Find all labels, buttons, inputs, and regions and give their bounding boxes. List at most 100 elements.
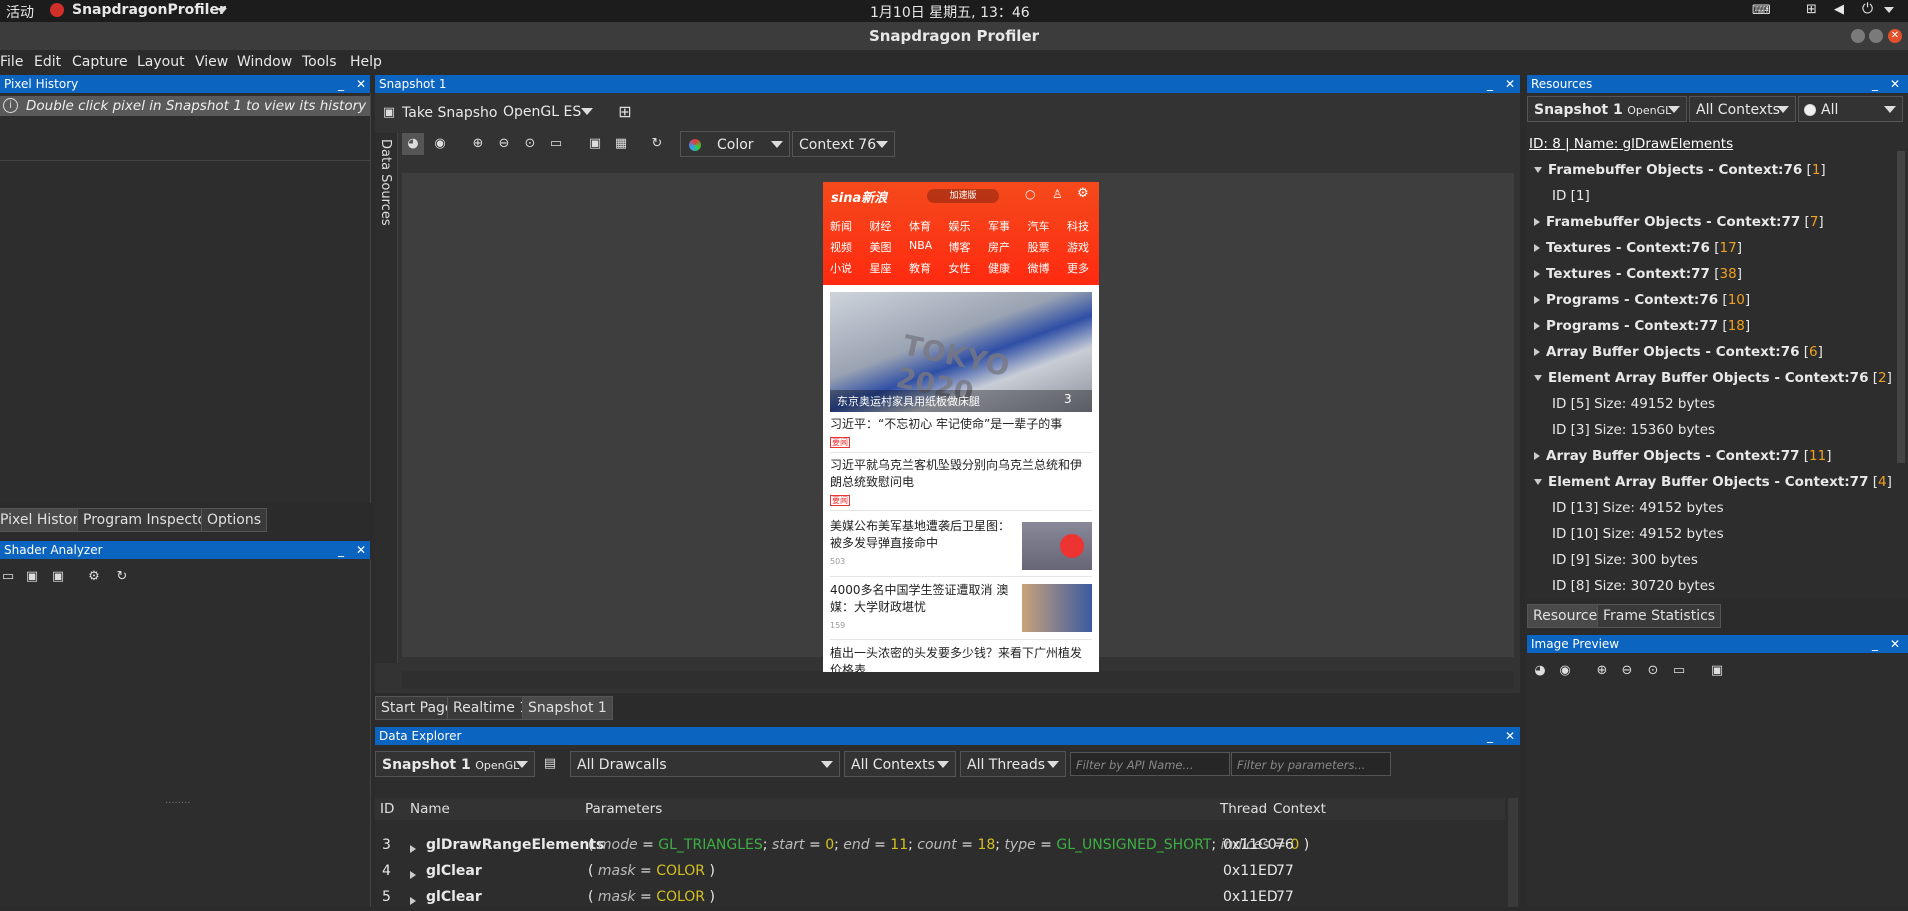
- fit-window-icon[interactable]: ▭: [548, 136, 564, 152]
- category-link[interactable]: 视频: [830, 239, 852, 255]
- category-link[interactable]: 游戏: [1067, 239, 1089, 255]
- category-link[interactable]: 汽车: [1028, 218, 1050, 234]
- zoom-out-icon[interactable]: ⊖: [496, 136, 512, 152]
- expand-icon[interactable]: [1534, 348, 1540, 356]
- category-link[interactable]: NBA: [909, 239, 932, 252]
- system-menu-chevron-down-icon[interactable]: [1884, 7, 1894, 13]
- fit-window-icon[interactable]: ▭: [1671, 663, 1687, 679]
- horizontal-scrollbar[interactable]: [402, 671, 1514, 689]
- rendered-frame[interactable]: sina新浪 加速版 ○ ♙ ⚙ 新闻 财经 体育 娱乐 军事 汽车 科技 视频 美图 NBA 博客…: [823, 182, 1099, 672]
- resource-group[interactable]: Element Array Buffer Objects - Context:7…: [1534, 370, 1892, 386]
- category-link[interactable]: 更多: [1067, 260, 1089, 276]
- table-row[interactable]: [378, 821, 1508, 831]
- rotate-icon[interactable]: ↻: [649, 136, 665, 152]
- keyboard-icon[interactable]: ⌨: [1752, 3, 1771, 18]
- category-link[interactable]: 财经: [870, 218, 892, 234]
- resize-grip[interactable]: ........: [165, 795, 190, 806]
- draw-mode-icon[interactable]: ◕: [1532, 663, 1548, 679]
- table-row[interactable]: 4 glClear ( mask = COLOR ) 0x11ED 77: [378, 859, 1508, 885]
- menu-help[interactable]: Help: [350, 54, 382, 70]
- menu-edit[interactable]: Edit: [34, 54, 61, 70]
- search-icon[interactable]: ○: [1025, 187, 1035, 201]
- collapse-icon[interactable]: [1534, 479, 1542, 485]
- threads-dropdown[interactable]: All Threads: [960, 751, 1066, 777]
- collapse-icon[interactable]: [1534, 167, 1542, 173]
- close-button[interactable]: ✕: [1888, 29, 1902, 43]
- power-icon[interactable]: ⏻: [1862, 1, 1873, 17]
- column-context[interactable]: Context: [1273, 801, 1326, 817]
- tab-program-inspector[interactable]: Program Inspector: [77, 508, 218, 532]
- resource-group[interactable]: Textures - Context:76 [17]: [1534, 240, 1742, 256]
- tab-frame-statistics[interactable]: Frame Statistics: [1597, 604, 1722, 628]
- panel-minimize-icon[interactable]: _: [1872, 75, 1878, 93]
- news-item[interactable]: 4000多名中国学生签证遭取消 澳媒：大学财政堪忧 159: [830, 582, 1010, 634]
- maximize-button[interactable]: [1869, 29, 1883, 43]
- news-item[interactable]: 习近平：“不忘初心 牢记使命”是一辈子的事 要闻: [830, 416, 1092, 451]
- data-sources-strip[interactable]: Data Sources: [375, 133, 398, 663]
- clock[interactable]: 1月10日 星期五, 13：46: [870, 2, 1030, 22]
- panel-close-icon[interactable]: ✕: [1890, 635, 1900, 653]
- category-link[interactable]: 健康: [988, 260, 1010, 276]
- expand-icon[interactable]: [1534, 452, 1540, 460]
- resource-group[interactable]: Array Buffer Objects - Context:77 [11]: [1534, 448, 1832, 464]
- zoom-fit-icon[interactable]: ⊙: [522, 136, 538, 152]
- resources-contexts-dropdown[interactable]: All Contexts: [1689, 96, 1796, 122]
- category-link[interactable]: 博客: [949, 239, 971, 255]
- category-link[interactable]: 星座: [870, 260, 892, 276]
- grid-icon[interactable]: ▦: [613, 136, 629, 152]
- category-link[interactable]: 体育: [909, 218, 931, 234]
- resource-group[interactable]: Framebuffer Objects - Context:77 [7]: [1534, 214, 1824, 230]
- vertical-scrollbar[interactable]: [1508, 798, 1518, 907]
- filter-params-input[interactable]: Filter by parameters...: [1231, 752, 1391, 776]
- column-id[interactable]: ID: [380, 801, 394, 817]
- column-parameters[interactable]: Parameters: [585, 801, 662, 817]
- panel-close-icon[interactable]: ✕: [1505, 75, 1515, 93]
- save-image-icon[interactable]: ▣: [1709, 663, 1725, 679]
- open-folder-icon[interactable]: ▭: [0, 569, 16, 585]
- zoom-out-icon[interactable]: ⊖: [1619, 663, 1635, 679]
- panel-minimize-icon[interactable]: _: [1487, 727, 1493, 745]
- compile-icon[interactable]: ⚙: [86, 569, 102, 585]
- menu-view[interactable]: View: [195, 54, 228, 70]
- category-link[interactable]: 新闻: [830, 218, 852, 234]
- drawcalls-dropdown[interactable]: All Drawcalls: [570, 751, 840, 777]
- app-menu[interactable]: SnapdragonProfiler: [72, 2, 226, 18]
- resource-group[interactable]: Programs - Context:77 [18]: [1534, 318, 1750, 334]
- network-icon[interactable]: ⊞: [1806, 2, 1817, 17]
- resources-filter-dropdown[interactable]: All: [1798, 96, 1903, 122]
- menu-tools[interactable]: Tools: [302, 54, 337, 70]
- expand-icon[interactable]: [1534, 322, 1540, 330]
- news-item[interactable]: 植出一头浓密的头发要多少钱？来看下广州植发价格表: [830, 645, 1092, 672]
- gear-icon[interactable]: ⚙: [1077, 186, 1089, 201]
- column-name[interactable]: Name: [410, 801, 450, 817]
- radio-icon[interactable]: ◉: [432, 136, 448, 152]
- save-icon[interactable]: ▣: [24, 569, 40, 585]
- resource-item[interactable]: ID [9] Size: 300 bytes: [1552, 552, 1698, 568]
- user-icon[interactable]: ♙: [1052, 187, 1063, 201]
- category-link[interactable]: 股票: [1028, 239, 1050, 255]
- collapse-icon[interactable]: [1534, 375, 1542, 381]
- resource-item[interactable]: ID [3] Size: 15360 bytes: [1552, 422, 1715, 438]
- category-link[interactable]: 科技: [1067, 218, 1089, 234]
- refresh-icon[interactable]: ↻: [114, 569, 130, 585]
- resource-group[interactable]: Array Buffer Objects - Context:76 [6]: [1534, 344, 1823, 360]
- resource-group[interactable]: Framebuffer Objects - Context:76 [1]: [1534, 162, 1826, 178]
- panel-close-icon[interactable]: ✕: [356, 75, 366, 93]
- panel-close-icon[interactable]: ✕: [1505, 727, 1515, 745]
- zoom-in-icon[interactable]: ⊕: [1594, 663, 1610, 679]
- menu-capture[interactable]: Capture: [72, 54, 128, 70]
- save-image-icon[interactable]: ▣: [587, 136, 603, 152]
- panel-close-icon[interactable]: ✕: [356, 541, 366, 559]
- export-icon[interactable]: ▤: [542, 756, 558, 772]
- resource-item[interactable]: ID [8] Size: 30720 bytes: [1552, 578, 1715, 594]
- resource-item[interactable]: ID [13] Size: 49152 bytes: [1552, 500, 1724, 516]
- add-icon[interactable]: ⊞: [617, 104, 633, 120]
- zoom-in-icon[interactable]: ⊕: [470, 136, 486, 152]
- filter-api-input[interactable]: Filter by API Name...: [1070, 752, 1230, 776]
- resource-item[interactable]: ID [10] Size: 49152 bytes: [1552, 526, 1724, 542]
- tab-options[interactable]: Options: [201, 508, 268, 532]
- vertical-scrollbar[interactable]: [1897, 151, 1905, 463]
- panel-minimize-icon[interactable]: _: [338, 75, 344, 93]
- panel-minimize-icon[interactable]: _: [1872, 635, 1878, 653]
- draw-mode-icon[interactable]: ◕: [405, 136, 421, 152]
